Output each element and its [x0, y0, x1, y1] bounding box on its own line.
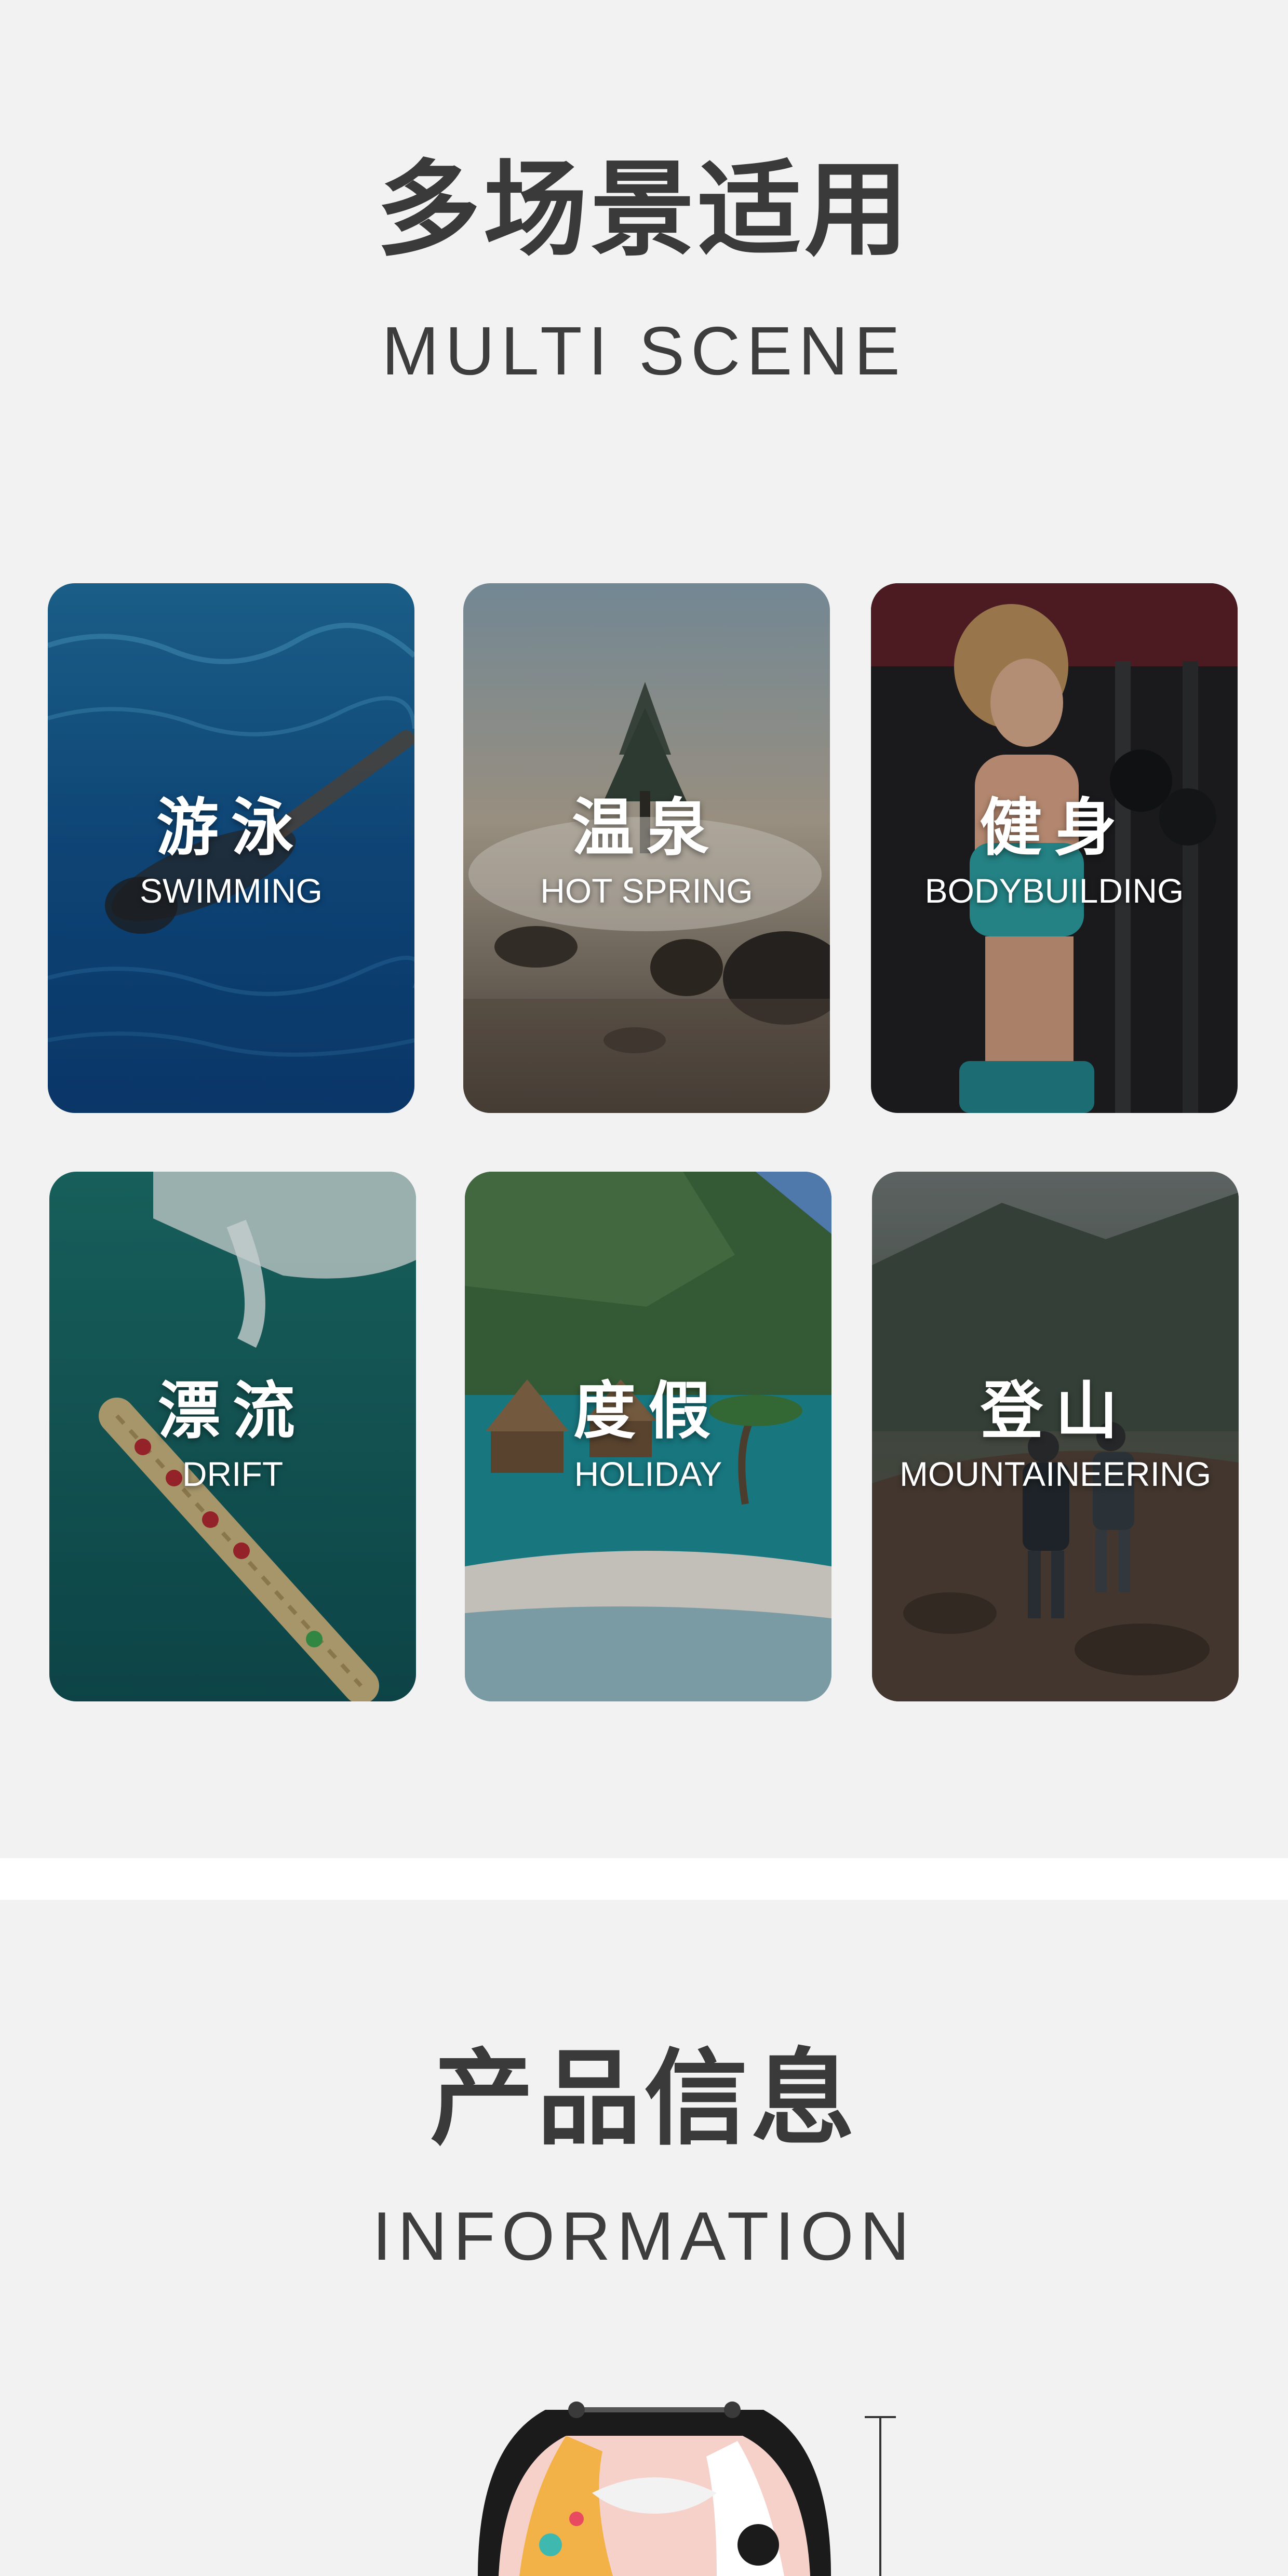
scene-label-zh: 温泉 — [572, 792, 721, 864]
section-title-en: MULTI SCENE — [382, 313, 906, 389]
scene-label-en: HOLIDAY — [574, 1455, 722, 1493]
info-title-en: INFORMATION — [372, 2198, 916, 2274]
scene-label-en: BODYBUILDING — [924, 871, 1184, 910]
product-bag-image — [478, 2401, 831, 2576]
scene-card-drift: 漂流 DRIFT — [49, 1172, 416, 1701]
scene-card-holiday: 度假 HOLIDAY — [465, 1172, 831, 1701]
info-title-zh: 产品信息 — [430, 2038, 858, 2159]
scene-card-mountaineering: 登山 MOUNTAINEERING — [872, 1172, 1239, 1701]
scene-card-hot-spring: 温泉 HOT SPRING — [463, 583, 830, 1113]
scene-label-en: DRIFT — [182, 1455, 284, 1493]
scene-label-en: SWIMMING — [140, 871, 323, 910]
multi-scene-section: 多场景适用 MULTI SCENE 游泳 SWIMMING 温泉 HOT SPR… — [0, 0, 1288, 1858]
section-divider — [0, 1858, 1288, 1900]
height-dimension-line — [865, 2416, 896, 2576]
scene-card-bodybuilding: 健身 BODYBUILDING — [871, 583, 1238, 1113]
scene-label-zh: 游泳 — [156, 792, 306, 864]
scene-label-zh: 度假 — [573, 1375, 723, 1447]
scene-label-en: MOUNTAINEERING — [899, 1455, 1212, 1493]
scene-label-zh: 健身 — [980, 792, 1129, 864]
scene-label-zh: 漂流 — [158, 1375, 307, 1447]
section-title-zh: 多场景适用 — [376, 150, 911, 271]
scene-label-en: HOT SPRING — [540, 871, 753, 910]
scene-label-zh: 登山 — [981, 1375, 1130, 1447]
scene-card-swimming: 游泳 SWIMMING — [48, 583, 414, 1113]
